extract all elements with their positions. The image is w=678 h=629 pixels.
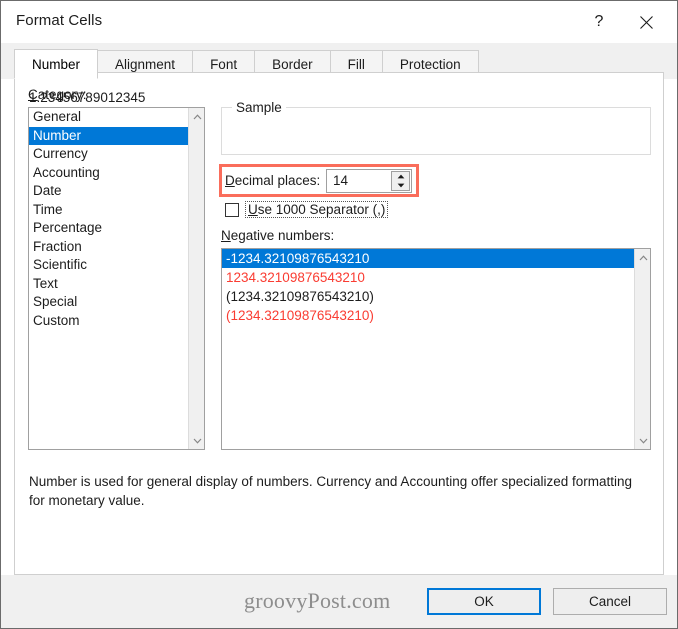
decimal-places-input[interactable] [327, 170, 390, 192]
negative-numbers-scroll-up-button[interactable] [635, 249, 650, 266]
category-item-time[interactable]: Time [29, 201, 189, 220]
negative-numbers-item-1[interactable]: 1234.32109876543210 [222, 268, 634, 287]
close-icon [639, 15, 654, 30]
sample-group-box: Sample [221, 100, 651, 155]
negative-numbers-label-accel: N [221, 228, 231, 243]
category-item-accounting[interactable]: Accounting [29, 164, 189, 183]
category-item-percentage[interactable]: Percentage [29, 219, 189, 238]
category-description: Number is used for general display of nu… [29, 474, 633, 508]
format-cells-dialog: Format Cells ? Number Alignment Font Bor… [0, 0, 678, 629]
decimal-places-spinner[interactable] [326, 169, 412, 193]
number-tab-panel: Category: General Number Currency Accoun… [14, 72, 664, 575]
spinner-up-button[interactable] [392, 172, 409, 181]
negative-numbers-item-2[interactable]: (1234.32109876543210) [222, 287, 634, 306]
category-scroll-down-button[interactable] [189, 432, 204, 449]
spinner-buttons [391, 171, 410, 191]
negative-numbers-item-0[interactable]: -1234.32109876543210 [222, 249, 634, 268]
negative-numbers-label: Negative numbers: [221, 228, 334, 243]
spinner-down-button[interactable] [392, 181, 409, 190]
help-button[interactable]: ? [576, 1, 622, 43]
use-1000-separator-label: Use 1000 Separator (,) [245, 201, 389, 218]
watermark: groovyPost.com [244, 588, 391, 613]
negative-numbers-scroll-down-button[interactable] [635, 432, 650, 449]
category-list-box[interactable]: General Number Currency Accounting Date … [28, 107, 205, 450]
use-1000-separator-accel: U [248, 202, 258, 217]
title-bar: Format Cells ? [1, 1, 677, 43]
category-item-custom[interactable]: Custom [29, 312, 189, 331]
negative-numbers-item-3[interactable]: (1234.32109876543210) [222, 306, 634, 325]
category-item-scientific[interactable]: Scientific [29, 256, 189, 275]
use-1000-separator-label-rest: se 1000 Separator (,) [257, 202, 386, 217]
tab-number[interactable]: Number [14, 49, 99, 79]
negative-numbers-list-box[interactable]: -1234.32109876543210 1234.32109876543210… [221, 248, 651, 450]
category-item-text[interactable]: Text [29, 275, 189, 294]
category-item-date[interactable]: Date [29, 182, 189, 201]
question-mark-icon: ? [594, 13, 604, 30]
decimal-places-label-rest: ecimal places: [234, 173, 321, 188]
use-1000-separator-checkbox[interactable] [225, 202, 239, 217]
negative-numbers-label-rest: egative numbers: [230, 228, 335, 243]
chevron-down-icon [639, 438, 648, 444]
category-item-fraction[interactable]: Fraction [29, 238, 189, 257]
category-scrollbar[interactable] [188, 108, 204, 449]
use-1000-separator-row[interactable]: Use 1000 Separator (,) [225, 201, 389, 218]
negative-numbers-items: -1234.32109876543210 1234.32109876543210… [222, 249, 634, 325]
sample-value: 1.23456789012345 [29, 90, 146, 105]
decimal-places-label: Decimal places: [225, 173, 320, 188]
chevron-down-icon [193, 438, 202, 444]
category-item-general[interactable]: General [29, 108, 189, 127]
close-button[interactable] [623, 1, 669, 43]
ok-button[interactable]: OK [427, 588, 541, 615]
decimal-places-label-accel: D [225, 173, 235, 188]
spinner-up-arrow-icon [397, 174, 405, 179]
spinner-down-arrow-icon [397, 183, 405, 188]
category-item-number[interactable]: Number [29, 126, 189, 145]
window-title: Format Cells [16, 12, 103, 29]
negative-numbers-scrollbar[interactable] [634, 249, 650, 449]
dialog-footer: groovyPost.com OK Cancel [1, 575, 677, 628]
sample-legend: Sample [232, 100, 286, 115]
category-items: General Number Currency Accounting Date … [29, 108, 189, 330]
cancel-button[interactable]: Cancel [553, 588, 667, 615]
category-scroll-up-button[interactable] [189, 108, 204, 125]
category-item-currency[interactable]: Currency [29, 145, 189, 164]
chevron-up-icon [639, 254, 648, 261]
chevron-up-icon [193, 113, 202, 120]
category-item-special[interactable]: Special [29, 293, 189, 312]
